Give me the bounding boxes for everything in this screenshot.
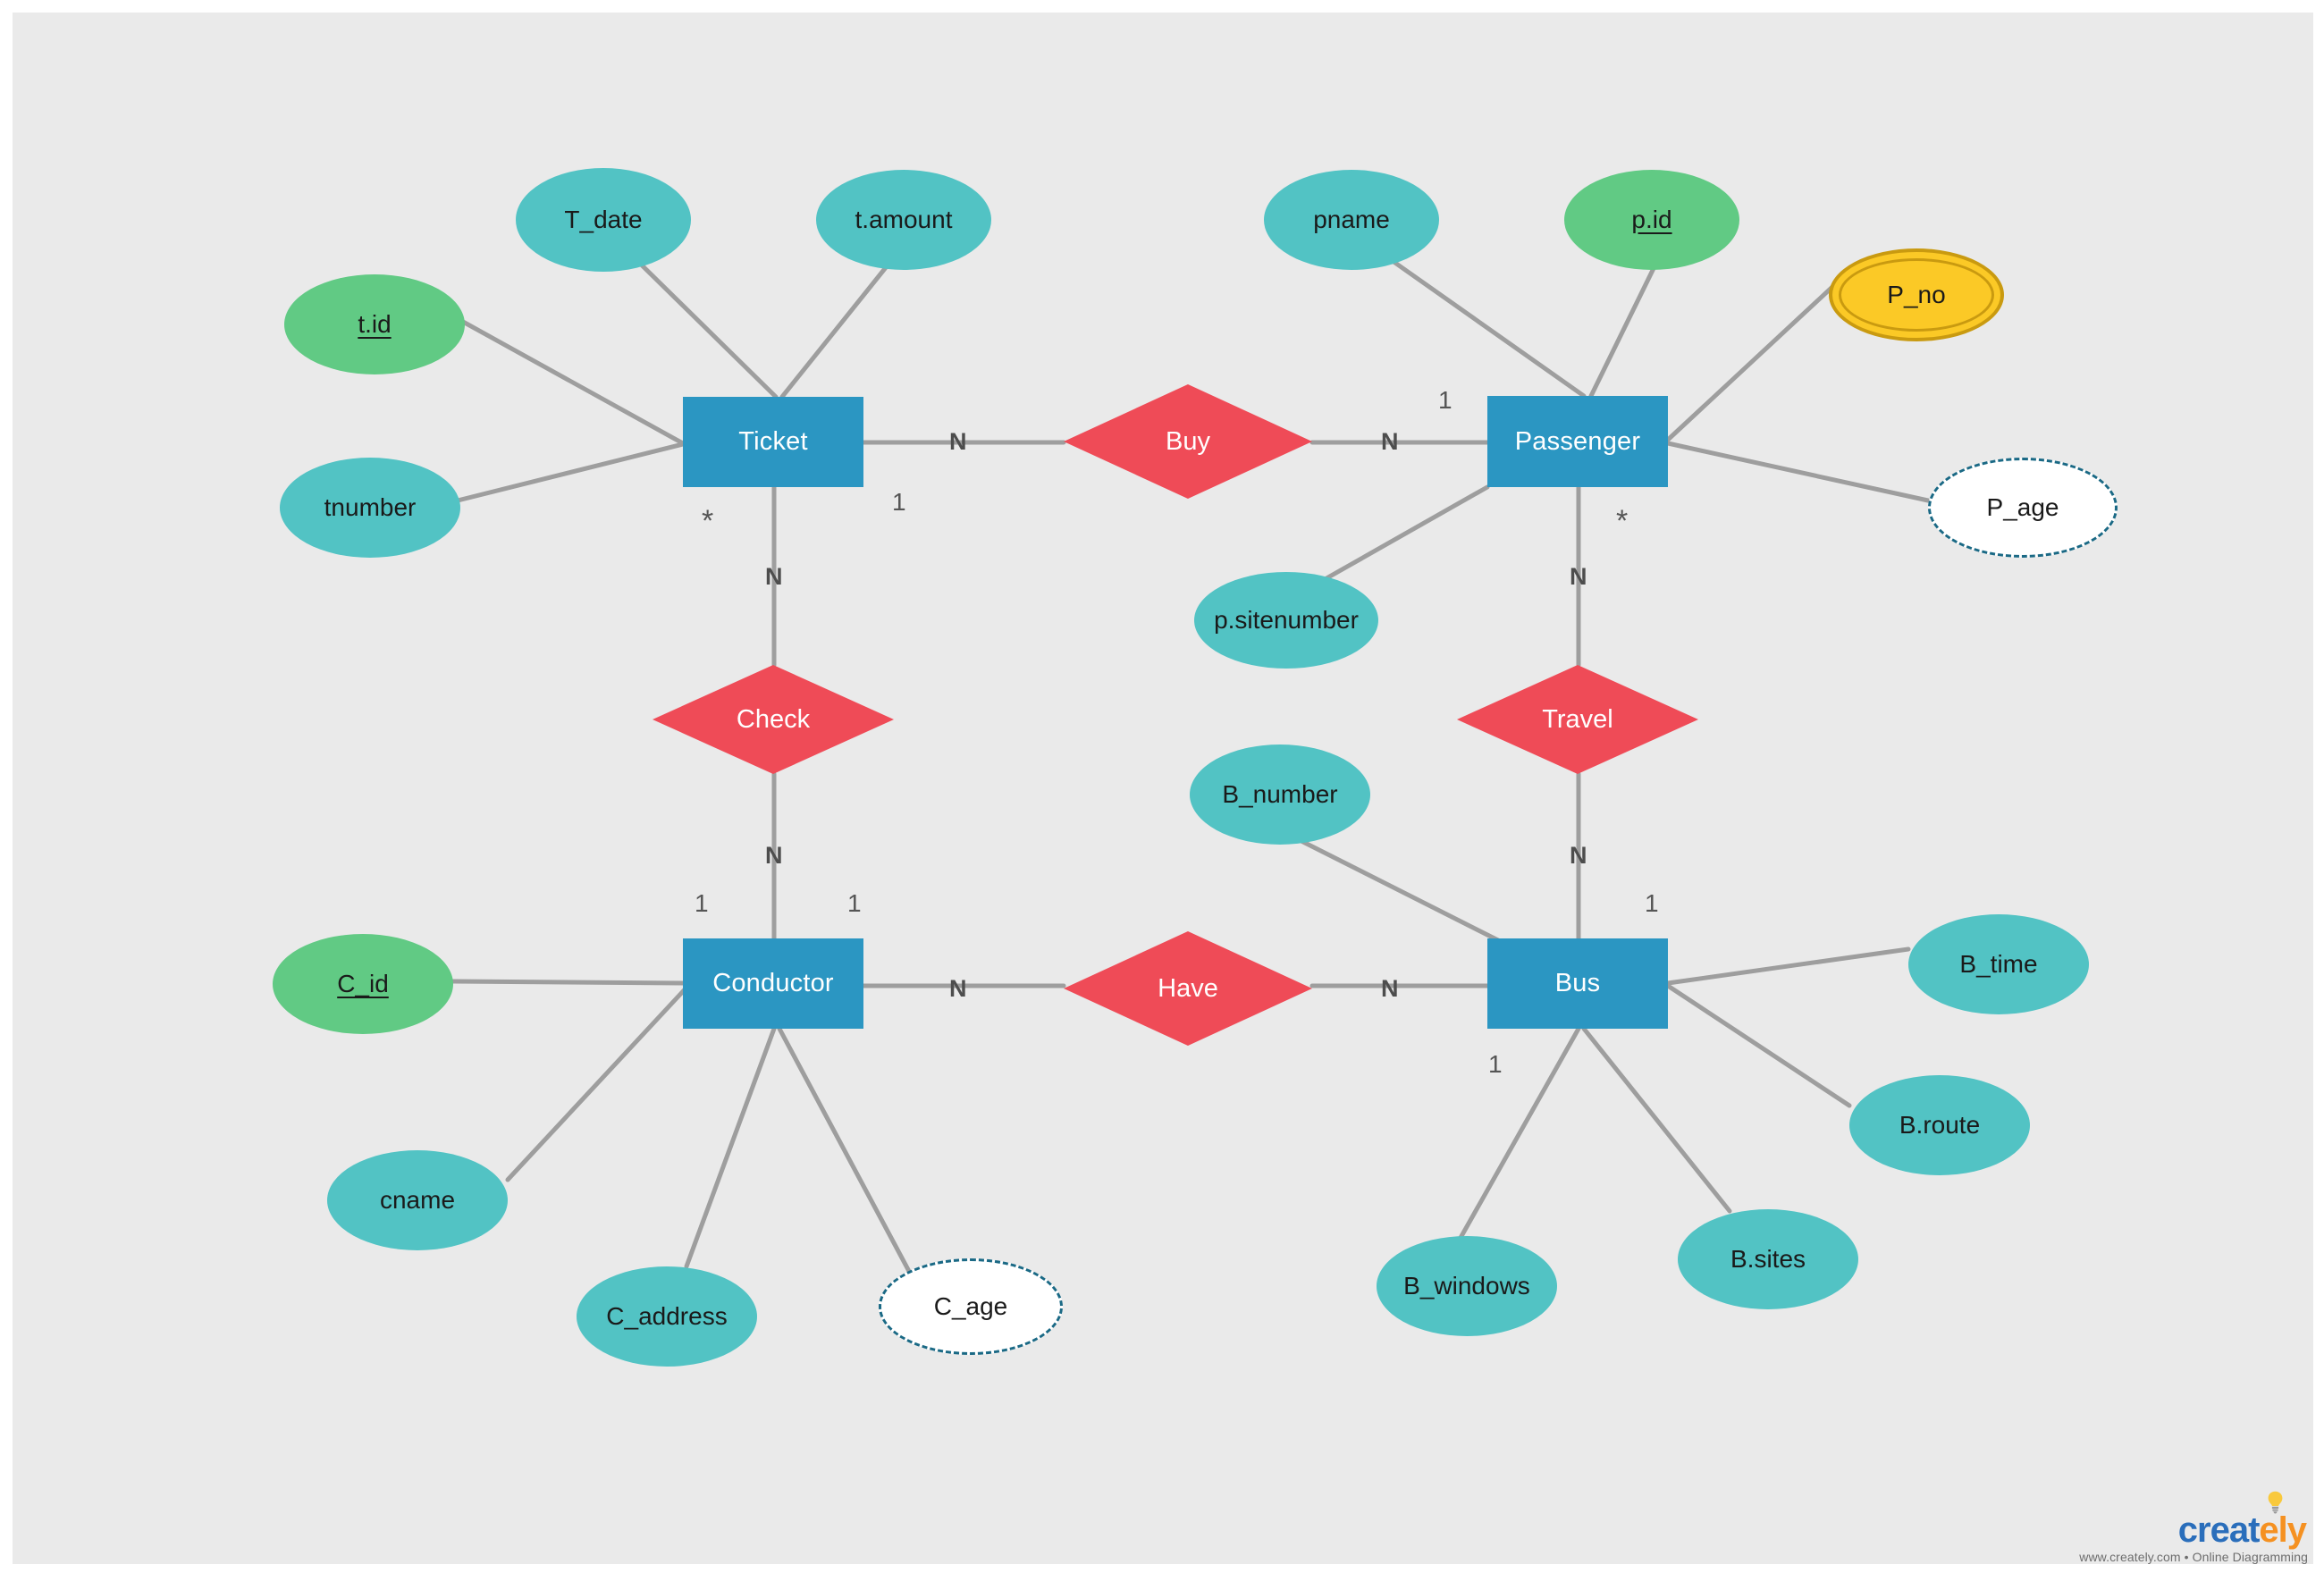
attribute-t_date[interactable]: T_date (516, 168, 691, 272)
cardinality-passenger-buy-1: 1 (1438, 386, 1452, 414)
relationship-buy[interactable]: Buy (1064, 384, 1312, 499)
attribute-label: B_number (1222, 780, 1338, 808)
attribute-label: C_age (933, 1292, 1008, 1320)
diagram-canvas (13, 13, 2313, 1564)
attribute-label: B.sites (1730, 1245, 1806, 1273)
attribute-label: B.route (1899, 1111, 1981, 1139)
attribute-c_address[interactable]: C_address (577, 1266, 757, 1367)
attribute-label: B_windows (1403, 1272, 1530, 1300)
entity-conductor[interactable]: Conductor (683, 938, 863, 1029)
attribute-label: t.amount (855, 206, 953, 233)
cardinality-passenger-travel-star: * (1616, 504, 1629, 538)
attribute-c_age[interactable]: C_age (879, 1258, 1063, 1355)
attribute-label: tnumber (324, 493, 417, 521)
entity-label: Ticket (738, 427, 808, 456)
cardinality-check-conductor-n: N (765, 842, 783, 869)
entity-bus[interactable]: Bus (1487, 938, 1668, 1029)
cardinality-conductor-have-n: N (949, 975, 967, 1002)
cardinality-buy-passenger-n: N (1381, 428, 1399, 455)
cardinality-travel-bus-n: N (1570, 842, 1587, 869)
attribute-p_sitenumber[interactable]: p.sitenumber (1194, 572, 1378, 669)
cardinality-bus-have-1: 1 (1488, 1050, 1503, 1078)
entity-label: Passenger (1514, 426, 1641, 456)
entity-label: Bus (1554, 969, 1601, 997)
attribute-cname[interactable]: cname (327, 1150, 508, 1250)
relationship-label: Travel (1542, 704, 1613, 734)
attribute-label: T_date (564, 206, 643, 233)
entity-passenger[interactable]: Passenger (1487, 396, 1668, 487)
attribute-b_route[interactable]: B.route (1849, 1075, 2030, 1175)
cardinality-conductor-check-1a: 1 (695, 889, 709, 917)
relationship-label: Buy (1166, 426, 1210, 456)
cardinality-bus-travel-1: 1 (1645, 889, 1659, 917)
attribute-b_number[interactable]: B_number (1190, 744, 1370, 845)
cardinality-ticket-buy-1: 1 (892, 488, 906, 516)
cardinality-ticket-buy-n: N (949, 428, 967, 455)
attribute-label: cname (379, 1186, 456, 1214)
attribute-b_sites[interactable]: B.sites (1678, 1209, 1858, 1309)
relationship-check[interactable]: Check (653, 665, 894, 774)
attribute-p_age[interactable]: P_age (1928, 458, 2118, 558)
attribute-label: p.sitenumber (1214, 606, 1359, 634)
cardinality-ticket-check-star: * (702, 504, 714, 538)
cardinality-conductor-check-1b: 1 (847, 889, 862, 917)
attribute-b_windows[interactable]: B_windows (1377, 1236, 1557, 1336)
cardinality-have-bus-n: N (1381, 975, 1399, 1002)
attribute-tnumber[interactable]: tnumber (280, 458, 460, 558)
entity-ticket[interactable]: Ticket (683, 397, 863, 487)
entity-label: Conductor (712, 969, 834, 997)
attribute-label: B_time (1959, 950, 2038, 978)
relationship-label: Check (736, 704, 811, 734)
attribute-c_id[interactable]: C_id (273, 934, 453, 1034)
attribute-label: C_address (606, 1302, 728, 1330)
attribute-p_no[interactable]: P_no (1829, 248, 2004, 341)
attribute-label: P_age (1986, 493, 2059, 521)
attribute-b_time[interactable]: B_time (1908, 914, 2089, 1014)
attribute-pname[interactable]: pname (1264, 170, 1439, 270)
relationship-label: Have (1158, 973, 1218, 1003)
attribute-label: p.id (1631, 206, 1672, 233)
cardinality-ticket-check-n: N (765, 563, 783, 590)
attribute-label: pname (1313, 206, 1390, 233)
cardinality-passenger-travel-n: N (1570, 563, 1587, 590)
relationship-travel[interactable]: Travel (1457, 665, 1698, 774)
attribute-label: C_id (337, 970, 389, 997)
attribute-label: t.id (358, 310, 392, 338)
attribute-label: P_no (1887, 281, 1946, 308)
relationship-have[interactable]: Have (1064, 931, 1312, 1046)
attribute-t_id[interactable]: t.id (284, 274, 465, 374)
attribute-t_amount[interactable]: t.amount (816, 170, 991, 270)
attribute-p_id[interactable]: p.id (1564, 170, 1739, 270)
